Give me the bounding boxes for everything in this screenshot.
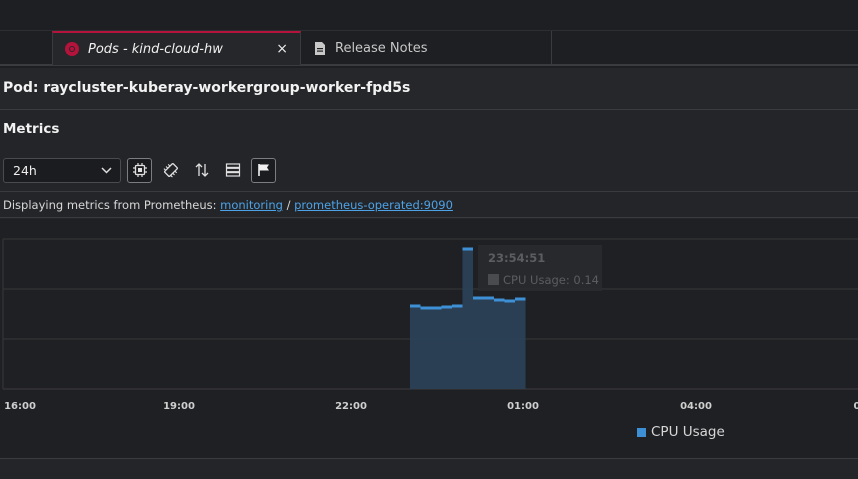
tab-bar: Pods - kind-cloud-hw × Release Notes — [0, 30, 858, 66]
series-point — [494, 298, 505, 302]
x-tick-label: 22:00 — [335, 401, 367, 412]
memory-button[interactable] — [158, 158, 183, 183]
tab-pods-label: Pods - kind-cloud-hw — [88, 41, 223, 57]
x-tick-label: 04:00 — [680, 401, 712, 412]
series-point — [441, 305, 452, 309]
tab-release-notes[interactable]: Release Notes — [302, 31, 552, 65]
pod-header: Pod: raycluster-kuberay-workergroup-work… — [0, 68, 858, 110]
network-button[interactable] — [189, 158, 214, 183]
range-select-value: 24h — [13, 162, 37, 178]
document-icon — [315, 41, 325, 55]
tooltip-time: 23:54:51 — [488, 251, 545, 265]
series-point — [483, 296, 494, 300]
series-point — [431, 306, 442, 310]
series-point — [473, 296, 484, 300]
filesystem-button[interactable] — [220, 158, 245, 183]
x-tick-label: 01:00 — [507, 401, 539, 412]
memory-icon — [163, 163, 178, 178]
series-point — [410, 304, 421, 308]
range-select[interactable]: 24h — [3, 157, 121, 183]
series-point — [420, 306, 431, 310]
flag-button[interactable] — [251, 157, 276, 183]
chart-legend[interactable]: CPU Usage — [637, 424, 725, 440]
source-service-link[interactable]: prometheus-operated:9090 — [294, 198, 453, 212]
divider — [0, 191, 858, 192]
legend-label: CPU Usage — [651, 424, 725, 440]
chevron-down-icon — [101, 166, 112, 174]
source-prefix: Displaying metrics from Prometheus: — [3, 198, 221, 212]
divider — [0, 217, 858, 218]
source-namespace-link[interactable]: monitoring — [220, 198, 283, 212]
pod-icon — [65, 42, 79, 56]
series-point — [515, 297, 526, 301]
network-icon — [195, 163, 208, 177]
filesystem-icon — [225, 163, 240, 177]
metrics-controls: 24h — [3, 157, 276, 183]
series-point — [504, 299, 515, 303]
x-tick-label: 16:00 — [4, 401, 36, 412]
cpu-button[interactable] — [127, 157, 152, 183]
divider — [0, 458, 858, 459]
source-separator: / — [282, 198, 295, 212]
close-icon[interactable]: × — [276, 41, 288, 57]
metrics-source: Displaying metrics from Prometheus: moni… — [3, 198, 453, 212]
page-title: Pod: raycluster-kuberay-workergroup-work… — [3, 80, 411, 96]
cpu-icon — [132, 163, 147, 177]
top-bar — [0, 0, 858, 30]
metrics-section: Metrics 24h Displaying metrics from Prom… — [0, 110, 858, 479]
metrics-title: Metrics — [3, 121, 60, 137]
legend-swatch — [637, 427, 646, 437]
x-tick-label: 19:00 — [163, 401, 195, 412]
chart-svg: 23:54:51 CPU Usage: 0.14 16:00 19:00 22:00 01… — [2, 238, 858, 412]
cpu-chart[interactable]: 23:54:51 CPU Usage: 0.14 16:00 19:00 22:00 01… — [0, 219, 858, 459]
tab-release-notes-label: Release Notes — [335, 40, 428, 56]
tooltip-swatch — [488, 274, 499, 285]
x-tick-label: 0 — [854, 401, 858, 412]
series-point — [462, 247, 473, 251]
tab-pods[interactable]: Pods - kind-cloud-hw × — [52, 31, 301, 65]
flag-icon — [257, 164, 269, 176]
series-point — [452, 304, 463, 308]
tooltip-value: CPU Usage: 0.14 — [503, 273, 599, 287]
